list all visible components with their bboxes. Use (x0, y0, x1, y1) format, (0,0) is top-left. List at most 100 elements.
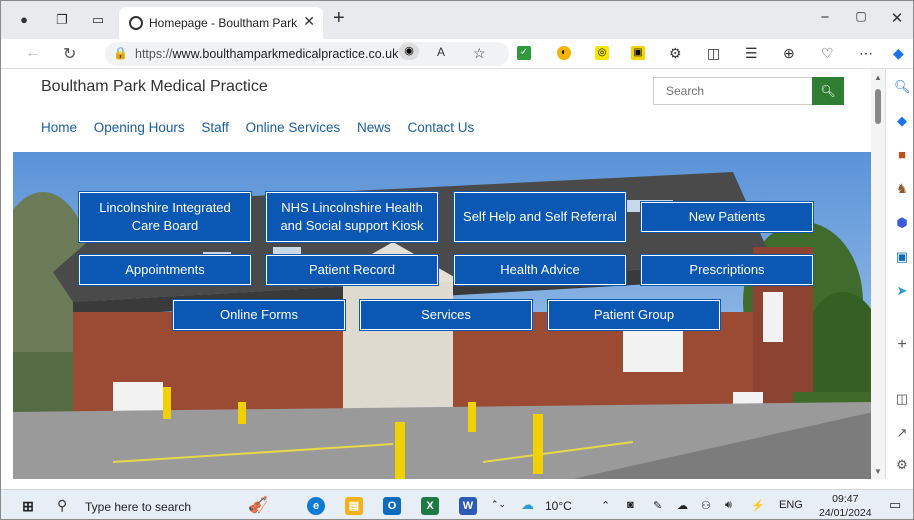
hero-image: Lincolnshire Integrated Care Board NHS L… (13, 152, 871, 479)
minimize-icon[interactable]: − (815, 9, 835, 26)
outlook-icon[interactable]: O (383, 497, 401, 515)
url-text[interactable]: https://www.boulthamparkmedicalpractice.… (135, 47, 398, 61)
favorite-star-icon[interactable]: ☆ (473, 45, 486, 62)
browser-essentials-icon[interactable]: ♡ (821, 45, 834, 62)
games-icon[interactable]: ♞ (894, 181, 910, 197)
pen-icon[interactable]: ✎ (653, 499, 662, 512)
nav-news[interactable]: News (357, 120, 391, 135)
new-tab-icon[interactable]: + (333, 7, 345, 30)
collections-icon[interactable]: ⊕ (783, 45, 795, 62)
tag-icon[interactable]: ◆ (894, 113, 910, 129)
favorites-list-icon[interactable]: ☰ (745, 45, 758, 62)
nav-staff[interactable]: Staff (201, 120, 229, 135)
file-explorer-icon[interactable]: ▤ (345, 497, 363, 515)
copilot-icon[interactable]: ◆ (893, 45, 904, 62)
nav-online-services[interactable]: Online Services (246, 120, 341, 135)
windows-start-icon[interactable]: ⊞ (19, 497, 37, 515)
taskbar: ⊞ ⚲ Type here to search 🎻 e ▤ O X W ⌃⌄ ☁… (1, 489, 913, 519)
read-aloud-icon[interactable]: A (437, 45, 445, 59)
tracking-prevention-icon[interactable]: ◉ (399, 43, 419, 60)
nav-home[interactable]: Home (41, 120, 77, 135)
tile-online-forms[interactable]: Online Forms (173, 300, 345, 330)
tile-health-advice[interactable]: Health Advice (454, 255, 626, 285)
tile-new-patients[interactable]: New Patients (641, 202, 813, 232)
nav-contact-us[interactable]: Contact Us (408, 120, 475, 135)
more-options-icon[interactable]: ⋯ (859, 45, 873, 62)
language-indicator[interactable]: ENG (779, 499, 803, 511)
meet-icon[interactable]: ◙ (627, 499, 634, 511)
power-icon[interactable]: ⚡ (751, 499, 765, 512)
tile-lincolnshire-icb[interactable]: Lincolnshire Integrated Care Board (79, 192, 251, 242)
microsoft-365-icon[interactable]: ⬢ (894, 215, 910, 231)
cloud-icon[interactable]: ☁ (677, 499, 688, 512)
tile-nhs-kiosk[interactable]: NHS Lincolnshire Health and Social suppo… (266, 192, 438, 242)
tile-services[interactable]: Services (360, 300, 532, 330)
web-page: Boultham Park Medical Practice 🔍︎ Home O… (1, 69, 871, 479)
tab-title: Homepage - Boultham Park Medical Practic… (149, 16, 299, 30)
extension-icon[interactable]: ◎ (595, 46, 609, 60)
address-toolbar: ← ↻ 🔒 https://www.boulthamparkmedicalpra… (1, 39, 913, 69)
scroll-up-icon[interactable]: ▲ (874, 73, 882, 82)
taskbar-search-text: Type here to search (85, 500, 192, 514)
network-icon[interactable]: ⚇ (701, 499, 711, 512)
workspaces-icon[interactable]: ❐ (53, 11, 71, 29)
search-button[interactable]: 🔍︎ (812, 77, 844, 105)
lock-icon[interactable]: 🔒 (113, 46, 128, 60)
search-icon: 🔍︎ (820, 84, 836, 98)
excel-icon[interactable]: X (421, 497, 439, 515)
close-window-icon[interactable]: ✕ (887, 9, 907, 27)
scroll-thumb[interactable] (875, 89, 881, 124)
clock[interactable]: 09:47 24/01/2024 (819, 492, 872, 519)
send-icon[interactable]: ➤ (894, 283, 910, 299)
browser-window: ● ❐ ▭ Homepage - Boultham Park Medical P… (0, 0, 914, 520)
clock-date: 24/01/2024 (819, 507, 872, 519)
weather-icon[interactable]: ☁ (521, 497, 534, 513)
briefcase-icon[interactable]: ■ (894, 147, 910, 163)
page-scrollbar[interactable]: ▲ ▼ (871, 69, 885, 479)
tile-prescriptions[interactable]: Prescriptions (641, 255, 813, 285)
violin-icon: 🎻 (248, 497, 268, 514)
extension-icon[interactable]: ◐ (557, 46, 571, 60)
search-box (653, 77, 813, 105)
edge-sidebar: 🔍︎ ◆ ■ ♞ ⬢ ▣ ➤ + ◫ ↗ ⚙ (885, 69, 913, 479)
split-screen-icon[interactable]: ◫ (707, 45, 720, 62)
checkmark-extension-icon[interactable]: ✓ (517, 46, 531, 60)
tile-self-help[interactable]: Self Help and Self Referral (454, 192, 626, 242)
refresh-icon[interactable]: ↻ (63, 44, 76, 64)
edge-icon[interactable]: e (307, 497, 325, 515)
search-icon[interactable]: 🔍︎ (894, 79, 911, 95)
tile-patient-record[interactable]: Patient Record (266, 255, 438, 285)
settings-icon[interactable]: ⚙ (894, 457, 910, 473)
notifications-icon[interactable]: ▭ (889, 497, 901, 513)
search-input[interactable] (654, 78, 804, 104)
tile-patient-group[interactable]: Patient Group (548, 300, 720, 330)
sidebar-panel-icon[interactable]: ◫ (894, 391, 910, 407)
chevron-updown-icon[interactable]: ⌃⌄ (491, 499, 506, 510)
main-nav: Home Opening Hours Staff Online Services… (41, 120, 487, 135)
outlook-icon[interactable]: ▣ (894, 249, 910, 265)
address-bar[interactable]: 🔒 https://www.boulthamparkmedicalpractic… (105, 42, 509, 66)
add-icon[interactable]: + (894, 337, 910, 353)
tab-favicon-icon (129, 16, 143, 30)
extension-icon[interactable]: ▣ (631, 46, 645, 60)
restore-icon[interactable]: ▢ (851, 9, 871, 23)
close-tab-icon[interactable]: ✕ (303, 13, 315, 30)
search-icon: ⚲ (57, 497, 68, 513)
site-title: Boultham Park Medical Practice (41, 78, 268, 95)
tab-strip: ● ❐ ▭ Homepage - Boultham Park Medical P… (1, 1, 913, 39)
tab-actions-icon[interactable]: ▭ (89, 11, 107, 29)
word-icon[interactable]: W (459, 497, 477, 515)
profile-icon[interactable]: ● (15, 11, 33, 29)
tile-appointments[interactable]: Appointments (79, 255, 251, 285)
clock-time: 09:47 (832, 493, 859, 505)
extensions-icon[interactable]: ⚙ (669, 45, 682, 62)
volume-icon[interactable]: 🔊︎ (725, 499, 732, 512)
active-tab[interactable]: Homepage - Boultham Park Medical Practic… (119, 7, 323, 39)
scroll-down-icon[interactable]: ▼ (874, 467, 882, 476)
external-link-icon[interactable]: ↗ (894, 425, 910, 441)
weather-temp[interactable]: 10°C (545, 499, 572, 513)
taskbar-search[interactable]: ⚲ Type here to search (49, 493, 229, 519)
back-icon[interactable]: ← (25, 44, 41, 62)
nav-opening-hours[interactable]: Opening Hours (94, 120, 185, 135)
show-hidden-icons-icon[interactable]: ⌃ (601, 499, 610, 512)
